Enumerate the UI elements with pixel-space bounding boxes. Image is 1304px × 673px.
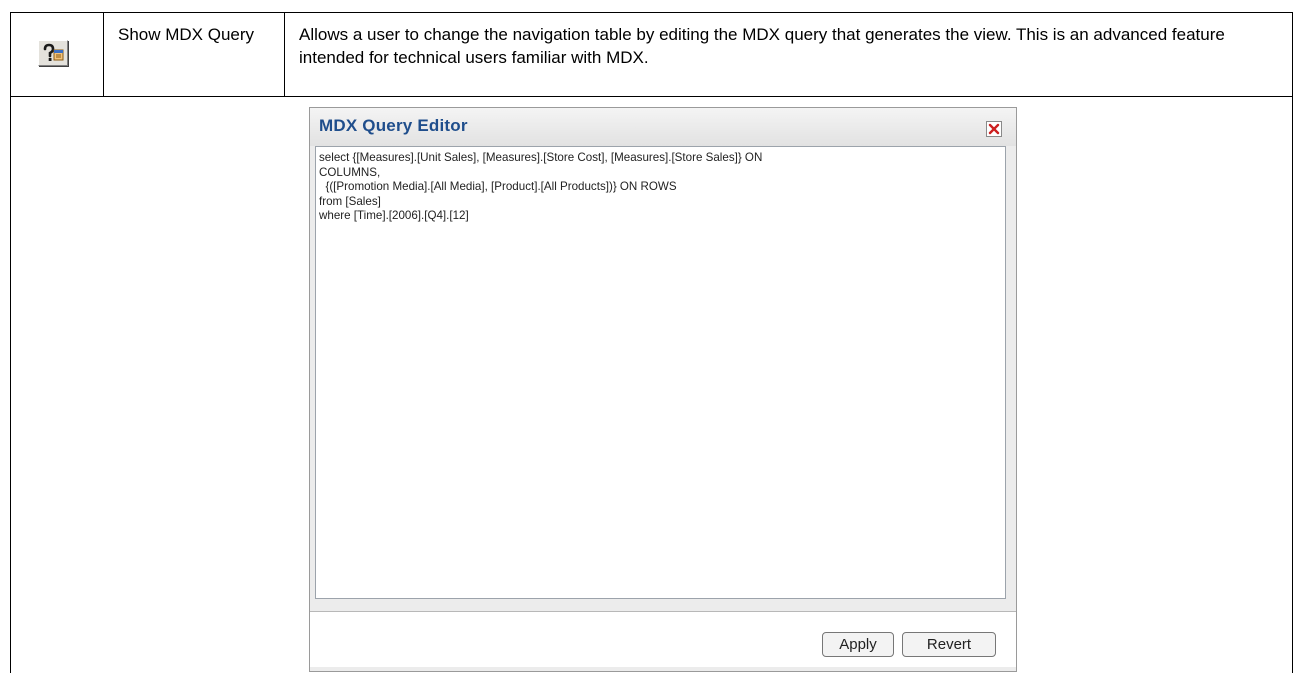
mdx-query-textarea[interactable]: select {[Measures].[Unit Sales], [Measur… <box>315 146 1006 599</box>
feature-table: Show MDX Query Allows a user to change t… <box>10 12 1293 673</box>
close-icon[interactable] <box>986 121 1002 137</box>
revert-button[interactable]: Revert <box>902 632 996 657</box>
dialog-footer: Apply Revert <box>310 611 1016 667</box>
mdx-query-icon <box>38 40 68 66</box>
mdx-query-editor-dialog: MDX Query Editor select {[Measures].[Uni… <box>309 107 1017 672</box>
apply-button[interactable]: Apply <box>822 632 894 657</box>
feature-description: Allows a user to change the navigation t… <box>299 25 1225 67</box>
feature-name-cell: Show MDX Query <box>104 13 285 96</box>
feature-description-cell: Allows a user to change the navigation t… <box>285 13 1291 96</box>
feature-name: Show MDX Query <box>118 25 255 44</box>
icon-cell <box>11 13 104 96</box>
dialog-title: MDX Query Editor <box>319 116 468 135</box>
dialog-header: MDX Query Editor <box>310 108 1016 146</box>
feature-row: Show MDX Query Allows a user to change t… <box>11 13 1292 97</box>
